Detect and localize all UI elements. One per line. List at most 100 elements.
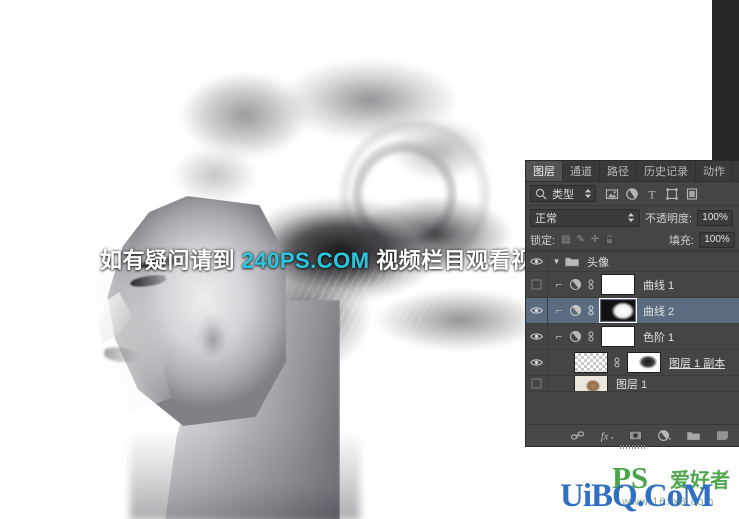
workspace-right-edge	[712, 0, 739, 161]
new-adjustment-layer-icon[interactable]	[657, 428, 672, 443]
eye-icon[interactable]	[530, 358, 543, 367]
pixel-layer-filter-icon[interactable]	[605, 187, 619, 201]
layer-mask-thumbnail[interactable]	[601, 274, 635, 295]
layer-visibility-toggle[interactable]	[526, 298, 548, 323]
tab-history[interactable]: 历史记录	[637, 161, 696, 181]
face-shape	[107, 196, 286, 426]
shoulder-shadow	[130, 430, 360, 519]
neck-shape	[165, 300, 340, 519]
lock-controls: 锁定: ▨ ✎ ✛	[530, 232, 664, 248]
blend-mode-value: 正常	[535, 212, 557, 225]
panel-resize-grip[interactable]	[619, 445, 646, 449]
levels-adjustment-icon[interactable]	[568, 330, 582, 343]
layer-mask-thumbnail[interactable]	[601, 326, 635, 347]
smoke-ring-inner	[352, 140, 457, 250]
site-logos: PS 爱好者 www.16xx8.com UiBQ.CoM	[560, 460, 739, 519]
layer-filter-row: 类型 T	[526, 182, 739, 206]
lips-shape	[103, 346, 141, 364]
updown-arrows-icon[interactable]	[584, 188, 592, 199]
fill-label: 填充:	[668, 234, 694, 247]
tab-actions[interactable]: 动作	[696, 161, 733, 181]
layer-row-curves-1[interactable]: ⌐ 曲线 1	[526, 272, 739, 298]
lock-image-icon[interactable]: ✎	[577, 234, 585, 245]
layer-visibility-toggle[interactable]	[526, 272, 548, 297]
smoke-dispersion-top	[175, 45, 505, 225]
eye-icon[interactable]	[530, 306, 543, 315]
clipping-mask-arrow-icon: ⌐	[555, 278, 563, 291]
curves-adjustment-icon[interactable]	[568, 304, 582, 317]
lock-position-icon[interactable]: ✛	[591, 234, 599, 245]
layers-panel-toolbar: fx	[526, 424, 739, 449]
layer-name[interactable]: 图层 1 副本	[669, 355, 725, 371]
hair-dark-mass	[225, 180, 525, 380]
new-layer-icon[interactable]	[715, 428, 730, 443]
mask-link-icon[interactable]	[585, 279, 597, 290]
opacity-input[interactable]: 100%	[697, 209, 734, 226]
group-expand-triangle-icon[interactable]: ▼	[550, 257, 563, 266]
layer-name[interactable]: 头像	[587, 254, 609, 270]
layer-thumbnail[interactable]	[574, 352, 608, 373]
layer-mask-thumbnail[interactable]	[599, 298, 637, 323]
svg-text:T: T	[648, 187, 656, 201]
layer-mask-thumbnail[interactable]	[627, 352, 661, 373]
layer-visibility-toggle[interactable]	[526, 324, 548, 349]
eye-shape	[129, 274, 167, 288]
type-layer-filter-icon[interactable]: T	[645, 187, 659, 201]
layer-row-levels-1[interactable]: ⌐ 色阶 1	[526, 324, 739, 350]
clipping-mask-arrow-icon: ⌐	[555, 330, 563, 343]
lock-transparent-icon[interactable]: ▨	[561, 234, 570, 245]
layer-row-layer-1[interactable]: 图层 1	[526, 376, 739, 392]
link-layers-icon[interactable]	[570, 428, 585, 443]
layer-list[interactable]: ▼ 头像 ⌐ 曲线 1 ⌐ 曲线 2 ⌐ 色阶 1 图层 1 副本 图层 1	[526, 251, 739, 403]
lock-all-icon[interactable]	[605, 234, 614, 245]
layer-style-fx-icon[interactable]: fx	[599, 428, 614, 443]
watermark-prefix: 如有疑问请到	[100, 248, 242, 273]
layer-name[interactable]: 曲线 1	[643, 277, 674, 293]
lock-label: 锁定:	[530, 234, 556, 247]
layer-row-group-头像[interactable]: ▼ 头像	[526, 252, 739, 272]
layer-visibility-toggle[interactable]	[526, 252, 548, 271]
eye-icon[interactable]	[530, 332, 543, 341]
layer-name[interactable]: 曲线 2	[643, 303, 674, 319]
layer-name[interactable]: 图层 1	[616, 376, 647, 391]
layer-visibility-toggle[interactable]	[526, 376, 548, 391]
shape-layer-filter-icon[interactable]	[665, 187, 679, 201]
uibq-logo: UiBQ.CoM	[560, 478, 713, 514]
lock-row: 锁定: ▨ ✎ ✛ 填充: 100%	[526, 229, 739, 251]
fill-input[interactable]: 100%	[699, 231, 735, 248]
curves-adjustment-icon[interactable]	[568, 278, 582, 291]
filter-type-dropdown[interactable]: 类型	[530, 185, 596, 202]
smart-object-filter-icon[interactable]	[685, 187, 699, 201]
mask-link-icon[interactable]	[611, 357, 623, 368]
filter-type-label: 类型	[552, 188, 574, 201]
new-group-icon[interactable]	[686, 428, 701, 443]
tab-layers[interactable]: 图层	[526, 161, 563, 181]
layer-row-layer-1-copy[interactable]: 图层 1 副本	[526, 350, 739, 376]
layer-row-curves-2[interactable]: ⌐ 曲线 2	[526, 298, 739, 324]
panel-tab-strip: 图层 通道 路径 历史记录 动作	[526, 161, 739, 182]
adjustment-layer-filter-icon[interactable]	[625, 187, 639, 201]
layer-name[interactable]: 色阶 1	[643, 329, 674, 345]
nose-shape	[98, 292, 132, 344]
clipping-mask-arrow-icon: ⌐	[555, 304, 563, 317]
tab-paths[interactable]: 路径	[600, 161, 637, 181]
add-layer-mask-icon[interactable]	[628, 428, 643, 443]
ear-shape	[196, 316, 230, 364]
mask-link-icon[interactable]	[585, 331, 597, 342]
opacity-label: 不透明度:	[645, 212, 693, 225]
layers-panel: 图层 通道 路径 历史记录 动作 类型 T 正常 不透明度: 100% 锁定: …	[526, 161, 739, 449]
folder-icon	[564, 256, 579, 267]
search-icon	[535, 188, 547, 199]
eye-off-icon[interactable]	[531, 378, 542, 389]
watermark-brand: 240PS.COM	[241, 248, 370, 273]
eye-icon[interactable]	[530, 257, 543, 266]
eye-off-icon[interactable]	[531, 279, 542, 290]
layer-visibility-toggle[interactable]	[526, 350, 548, 375]
blend-mode-dropdown[interactable]: 正常	[530, 208, 640, 227]
updown-arrows-icon[interactable]	[627, 212, 635, 223]
svg-text:fx: fx	[601, 431, 609, 442]
layer-thumbnail[interactable]	[574, 376, 608, 391]
mask-link-icon[interactable]	[585, 305, 597, 316]
tab-channels[interactable]: 通道	[563, 161, 600, 181]
blend-mode-row: 正常 不透明度: 100%	[526, 206, 739, 229]
